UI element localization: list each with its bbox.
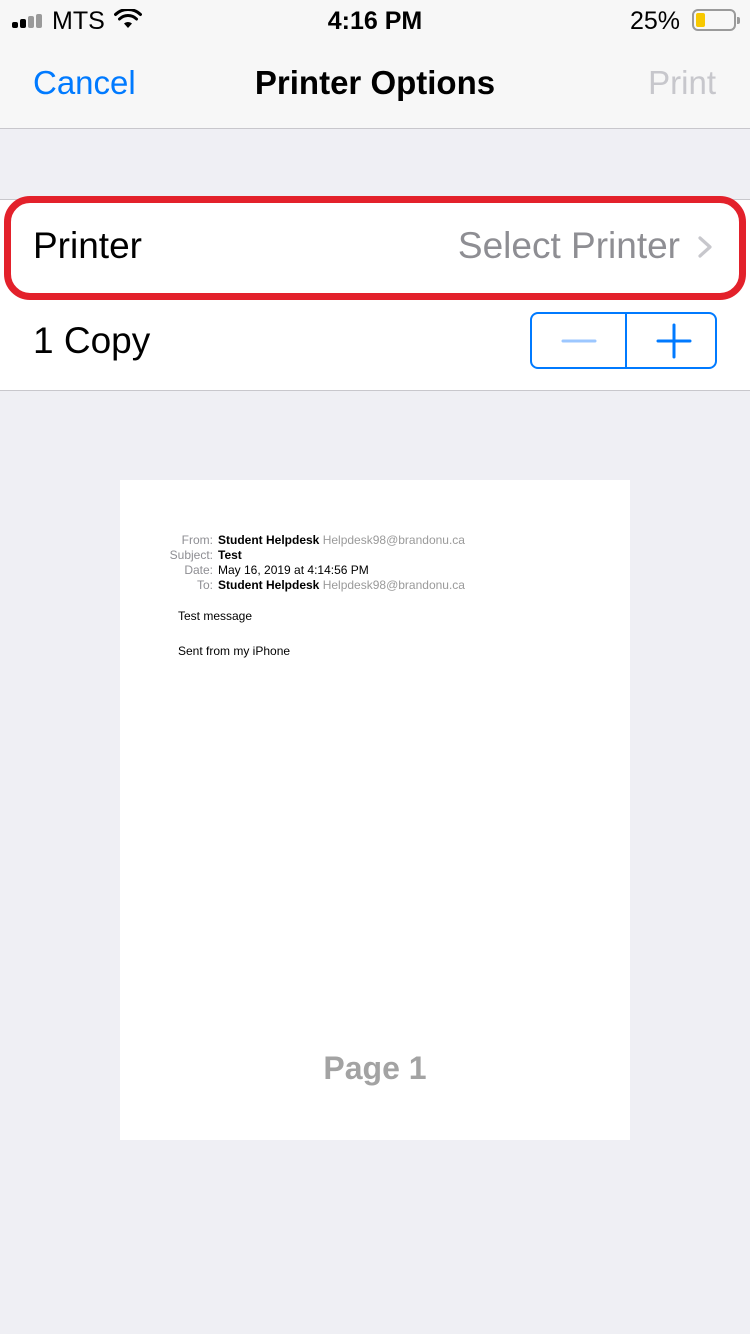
page-number-label: Page 1 [323, 1050, 427, 1086]
copies-row: 1 Copy [0, 295, 750, 391]
body-line: Test message [178, 609, 253, 623]
page-title: Printer Options [254, 64, 496, 101]
navigation-bar: Cancel Printer Options Print [0, 40, 750, 129]
minus-icon [561, 339, 597, 343]
plus-icon [656, 323, 692, 359]
body-line: Sent from my iPhone [178, 644, 291, 658]
printer-label: Printer [33, 225, 142, 266]
status-bar: MTS 4:16 PM 25% [0, 0, 750, 40]
copies-label: 1 Copy [33, 320, 151, 361]
page-preview[interactable]: From: Student Helpdesk Helpdesk98@brando… [120, 480, 630, 1140]
decrement-button[interactable] [532, 314, 624, 367]
print-button[interactable]: Print [648, 64, 716, 102]
copies-stepper[interactable] [530, 312, 717, 369]
chevron-right-icon [698, 236, 712, 258]
increment-button[interactable] [625, 314, 715, 367]
battery-percent: 25% [629, 7, 680, 35]
battery-fill [696, 13, 705, 27]
battery-icon [692, 9, 740, 31]
printer-row[interactable]: Printer Select Printer [0, 199, 750, 296]
select-printer-value: Select Printer [457, 225, 680, 266]
